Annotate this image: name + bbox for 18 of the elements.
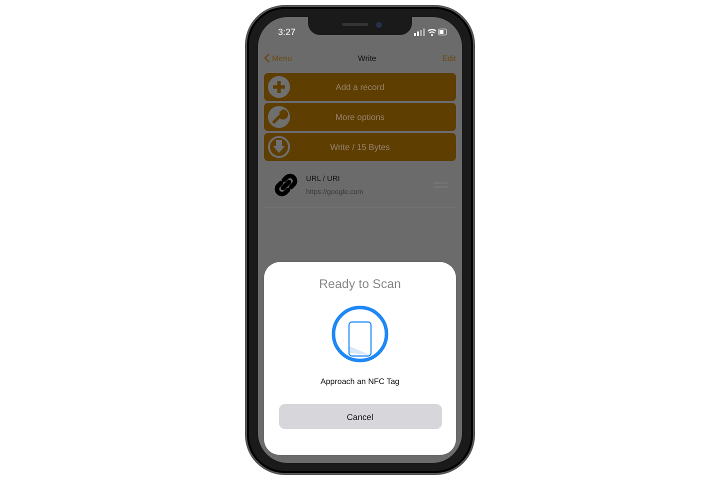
status-time: 3:27: [278, 27, 296, 37]
sheet-title: Ready to Scan: [319, 277, 401, 291]
screen-title: Write: [358, 54, 376, 62]
link-icon: [272, 171, 300, 199]
cancel-button[interactable]: Cancel: [278, 404, 442, 429]
edit-button[interactable]: Edit: [442, 54, 456, 62]
sheet-message: Approach an NFC Tag: [320, 377, 400, 386]
action-button[interactable]: Write / 15 Bytes: [264, 133, 456, 161]
phone-scan-icon: [331, 305, 389, 363]
wrench-icon: [267, 105, 291, 129]
download-icon: [267, 135, 291, 159]
plus-icon: [267, 75, 291, 99]
action-button[interactable]: Add a record: [264, 73, 456, 101]
status-icons: [414, 28, 448, 36]
action-button[interactable]: More options: [264, 103, 456, 131]
back-button[interactable]: Menu: [264, 53, 292, 63]
camera-icon: [376, 22, 382, 28]
chevron-left-icon: [264, 53, 270, 63]
